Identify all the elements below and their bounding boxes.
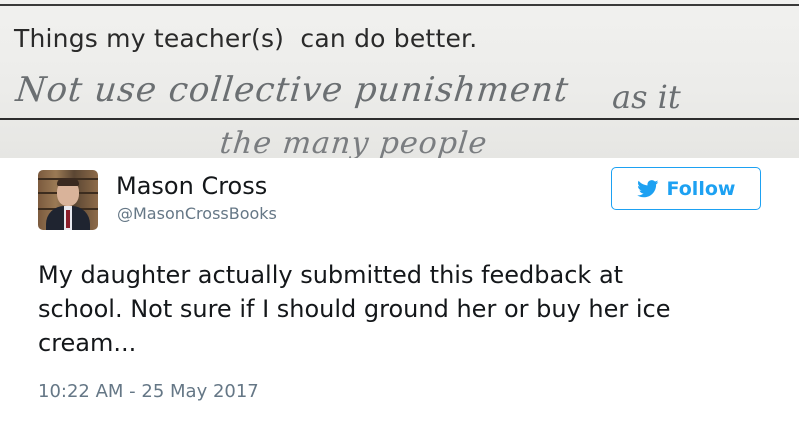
handwritten-answer-line-1: Not use collective punishment <box>13 70 571 110</box>
sheet-top-rule <box>0 4 799 6</box>
twitter-bird-icon <box>636 179 659 198</box>
tweet-text-line: cream... <box>38 329 137 357</box>
author-name[interactable]: Mason Cross <box>116 172 267 200</box>
tweet-text-line: My daughter actually submitted this feed… <box>38 261 624 289</box>
follow-button[interactable]: Follow <box>611 167 761 210</box>
feedback-sheet-photo: Things my teacher(s) can do better. Not … <box>0 0 799 158</box>
sheet-prompt: Things my teacher(s) can do better. <box>14 24 478 53</box>
tweet-card: Mason Cross @MasonCrossBooks Follow My d… <box>0 158 799 425</box>
avatar[interactable] <box>38 170 98 230</box>
handwritten-answer-tail: as it <box>612 78 681 116</box>
follow-button-label: Follow <box>666 177 736 200</box>
author-handle[interactable]: @MasonCrossBooks <box>117 204 277 223</box>
sheet-answer-rule <box>0 118 799 120</box>
tweet-timestamp[interactable]: 10:22 AM - 25 May 2017 <box>38 381 259 402</box>
tweet-text: My daughter actually submitted this feed… <box>38 258 778 360</box>
handwritten-answer-line-2: the many people <box>218 126 490 158</box>
tweet-text-line: school. Not sure if I should ground her … <box>38 295 671 323</box>
